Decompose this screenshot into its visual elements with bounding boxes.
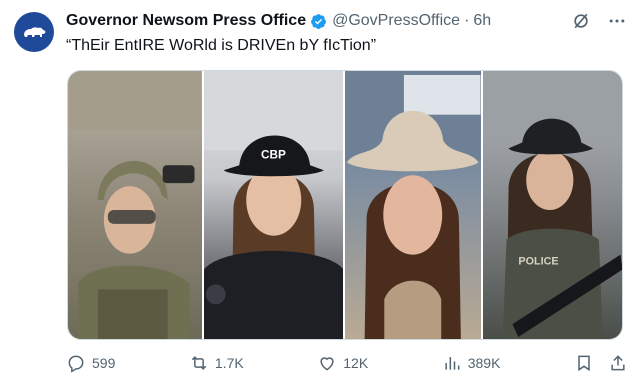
photo-tactical-gear[interactable] (68, 71, 202, 339)
grok-icon[interactable] (570, 10, 592, 32)
like-button[interactable]: 12K (317, 353, 368, 373)
timestamp[interactable]: 6h (473, 12, 491, 30)
tweet-text: “ThEir EntIRE WoRld is DRIVEn bY fIcTion… (66, 37, 377, 54)
reply-button[interactable]: 599 (66, 353, 115, 373)
photo-cbp-cap[interactable]: CBP (201, 71, 343, 339)
views-count: 389K (467, 355, 501, 371)
handle[interactable]: @GovPressOffice (332, 12, 460, 30)
separator-dot: · (464, 12, 470, 29)
bookmark-icon (578, 355, 590, 372)
like-icon (320, 357, 334, 371)
bookmark-button[interactable] (574, 353, 594, 373)
reply-icon (68, 355, 84, 373)
repost-icon (191, 356, 207, 370)
california-bear-icon (24, 27, 46, 37)
right-actions (574, 353, 628, 373)
tweet-header: Governor Newsom Press Office @GovPressOf… (66, 10, 570, 32)
views-icon (445, 357, 460, 370)
action-bar: 599 1.7K 12K 389K (66, 350, 628, 376)
media-grid[interactable]: CBP POLICE (67, 70, 623, 340)
cap-label: CBP (260, 147, 285, 161)
vest-label: POLICE (518, 256, 558, 268)
share-button[interactable] (608, 353, 628, 373)
more-icon[interactable] (606, 10, 628, 32)
repost-count: 1.7K (214, 355, 244, 371)
share-icon (611, 355, 625, 371)
avatar[interactable] (14, 12, 54, 52)
like-count: 12K (343, 355, 369, 371)
views-button[interactable]: 389K (442, 353, 501, 373)
verified-badge-icon (310, 13, 327, 30)
repost-button[interactable]: 1.7K (189, 353, 244, 373)
top-actions (570, 10, 628, 32)
reply-count: 599 (92, 355, 116, 371)
display-name[interactable]: Governor Newsom Press Office (66, 12, 306, 30)
photo-police-vest[interactable]: POLICE (480, 71, 622, 339)
tweet[interactable]: Governor Newsom Press Office @GovPressOf… (0, 0, 640, 386)
photo-cowboy-hat[interactable] (343, 71, 481, 339)
